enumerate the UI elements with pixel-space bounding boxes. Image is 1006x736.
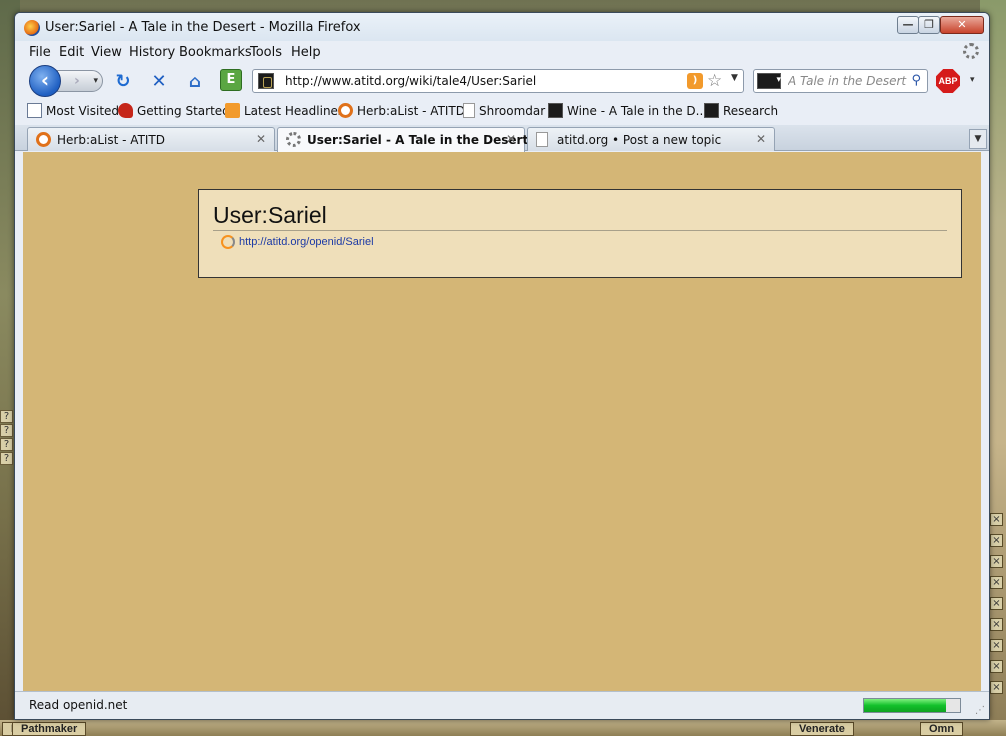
history-dropdown-icon[interactable]: ▾ [93, 71, 98, 91]
game-help-buttons: ? ? ? ? [0, 410, 14, 466]
menu-bar: File Edit View History Bookmarks Tools H… [15, 41, 989, 63]
stop-icon[interactable]: ✕ [148, 71, 170, 93]
loading-spinner-icon [286, 132, 301, 147]
home-icon[interactable]: ⌂ [184, 71, 206, 93]
tab-herb-alist[interactable]: Herb:aList - ATITD ✕ [27, 127, 275, 151]
game-bottom-bar: R Pathmaker Venerate Omn [0, 720, 1006, 736]
tab-label: User:Sariel - A Tale in the Desert [307, 133, 529, 147]
bookmark-star-icon[interactable]: ☆ [707, 71, 722, 91]
loading-throbber-icon [963, 43, 979, 59]
adblock-plus-icon[interactable]: ABP [936, 69, 960, 93]
atitd-icon [704, 103, 719, 118]
bookmark-latest-headlines[interactable]: Latest Headlines [225, 102, 344, 120]
window-title: User:Sariel - A Tale in the Desert - Moz… [45, 20, 361, 35]
url-bar[interactable]: http://www.atitd.org/wiki/tale4/User:Sar… [252, 69, 744, 93]
omn-button[interactable]: Omn [920, 722, 964, 736]
menu-edit[interactable]: Edit [59, 45, 84, 60]
game-close-button[interactable]: × [990, 618, 1003, 631]
herb-icon [338, 103, 353, 118]
game-help-button[interactable]: ? [0, 438, 13, 451]
menu-view[interactable]: View [91, 45, 122, 60]
getting-started-icon [118, 103, 133, 118]
game-close-button[interactable]: × [990, 639, 1003, 652]
tab-post-new-topic[interactable]: atitd.org • Post a new topic ✕ [527, 127, 775, 151]
tab-label: atitd.org • Post a new topic [557, 133, 722, 147]
menu-tools[interactable]: Tools [250, 45, 282, 60]
search-engine-icon[interactable] [757, 73, 781, 89]
search-magnifier-icon[interactable]: ⚲ [911, 73, 921, 88]
game-close-button[interactable]: × [990, 597, 1003, 610]
back-button[interactable]: ‹ [29, 65, 61, 97]
game-help-button[interactable]: ? [0, 410, 13, 423]
tab-close-icon[interactable]: ✕ [506, 132, 516, 146]
menu-bookmarks[interactable]: Bookmarks [179, 45, 252, 60]
url-text[interactable]: http://www.atitd.org/wiki/tale4/User:Sar… [285, 74, 536, 88]
game-close-button[interactable]: × [990, 681, 1003, 694]
herb-icon [36, 132, 51, 147]
menu-history[interactable]: History [129, 45, 175, 60]
tab-close-icon[interactable]: ✕ [756, 132, 766, 146]
firefox-window: User:Sariel - A Tale in the Desert - Moz… [14, 12, 990, 720]
forward-button[interactable]: › ▾ [57, 70, 103, 92]
reload-icon[interactable]: ↻ [112, 71, 134, 93]
tab-user-sariel[interactable]: User:Sariel - A Tale in the Desert ✕ [277, 127, 529, 152]
close-button[interactable]: ✕ [940, 16, 984, 34]
game-help-button[interactable]: ? [0, 424, 13, 437]
loading-progress-bar [863, 698, 961, 713]
page-content: User:Sariel http://atitd.org/openid/Sari… [23, 152, 981, 693]
user-page-box: User:Sariel http://atitd.org/openid/Sari… [198, 189, 962, 278]
url-history-dropdown-icon[interactable]: ▼ [731, 73, 738, 83]
rss-feed-icon[interactable]: ) [687, 73, 703, 89]
navigation-toolbar: › ▾ ‹ ↻ ✕ ⌂ E http://www.atitd.org/wiki/t… [15, 63, 989, 97]
venerate-button[interactable]: Venerate [790, 722, 854, 736]
search-bar[interactable]: A Tale in the Desert 4: ⚲ [753, 69, 928, 93]
pathmaker-button[interactable]: Pathmaker [12, 722, 87, 736]
tab-label: Herb:aList - ATITD [57, 133, 166, 147]
status-text: Read openid.net [29, 698, 128, 712]
game-close-button[interactable]: × [990, 555, 1003, 568]
bookmark-herb-alist[interactable]: Herb:aList - ATITD [338, 102, 465, 120]
bookmarks-toolbar: Most Visited Getting Started Latest Head… [15, 99, 989, 123]
all-tabs-dropdown-icon[interactable]: ▼ [969, 129, 987, 149]
page-icon [536, 132, 548, 147]
search-input[interactable]: A Tale in the Desert 4: [788, 74, 908, 88]
firefox-icon [24, 20, 40, 36]
resize-grip-icon[interactable]: ⋰ [975, 705, 985, 716]
bookmark-most-visited[interactable]: Most Visited [27, 102, 119, 120]
game-close-button[interactable]: × [990, 576, 1003, 589]
game-help-button[interactable]: ? [0, 452, 13, 465]
title-bar[interactable]: User:Sariel - A Tale in the Desert - Moz… [15, 13, 989, 41]
menu-file[interactable]: File [29, 45, 51, 60]
progress-fill [864, 699, 946, 712]
tab-bar: Herb:aList - ATITD ✕ User:Sariel - A Tal… [15, 125, 989, 152]
page-icon [463, 103, 475, 118]
page-title: User:Sariel [213, 202, 327, 228]
bookmark-getting-started[interactable]: Getting Started [118, 102, 230, 120]
status-bar: Read openid.net ⋰ [15, 691, 989, 719]
minimize-button[interactable]: — [897, 16, 919, 34]
site-identity-icon[interactable] [258, 73, 274, 89]
tab-close-icon[interactable]: ✕ [256, 132, 266, 146]
bookmark-shroomdar[interactable]: Shroomdar [463, 102, 545, 120]
rss-icon [225, 103, 240, 118]
game-close-button[interactable]: × [990, 660, 1003, 673]
heading-divider [213, 230, 947, 231]
game-close-button[interactable]: × [990, 534, 1003, 547]
atitd-icon [548, 103, 563, 118]
maximize-button[interactable]: ❐ [918, 16, 940, 34]
bookmark-wine[interactable]: Wine - A Tale in the D... [548, 102, 707, 120]
openid-icon [221, 235, 235, 249]
openid-link[interactable]: http://atitd.org/openid/Sariel [239, 236, 374, 248]
most-visited-icon [27, 103, 42, 118]
menu-help[interactable]: Help [291, 45, 321, 60]
game-close-buttons: × × × × × × × × × [990, 513, 1004, 702]
adblock-dropdown-icon[interactable]: ▾ [970, 75, 975, 85]
game-close-button[interactable]: × [990, 513, 1003, 526]
evernote-icon[interactable]: E [220, 69, 242, 91]
bookmark-research[interactable]: Research [704, 102, 778, 120]
